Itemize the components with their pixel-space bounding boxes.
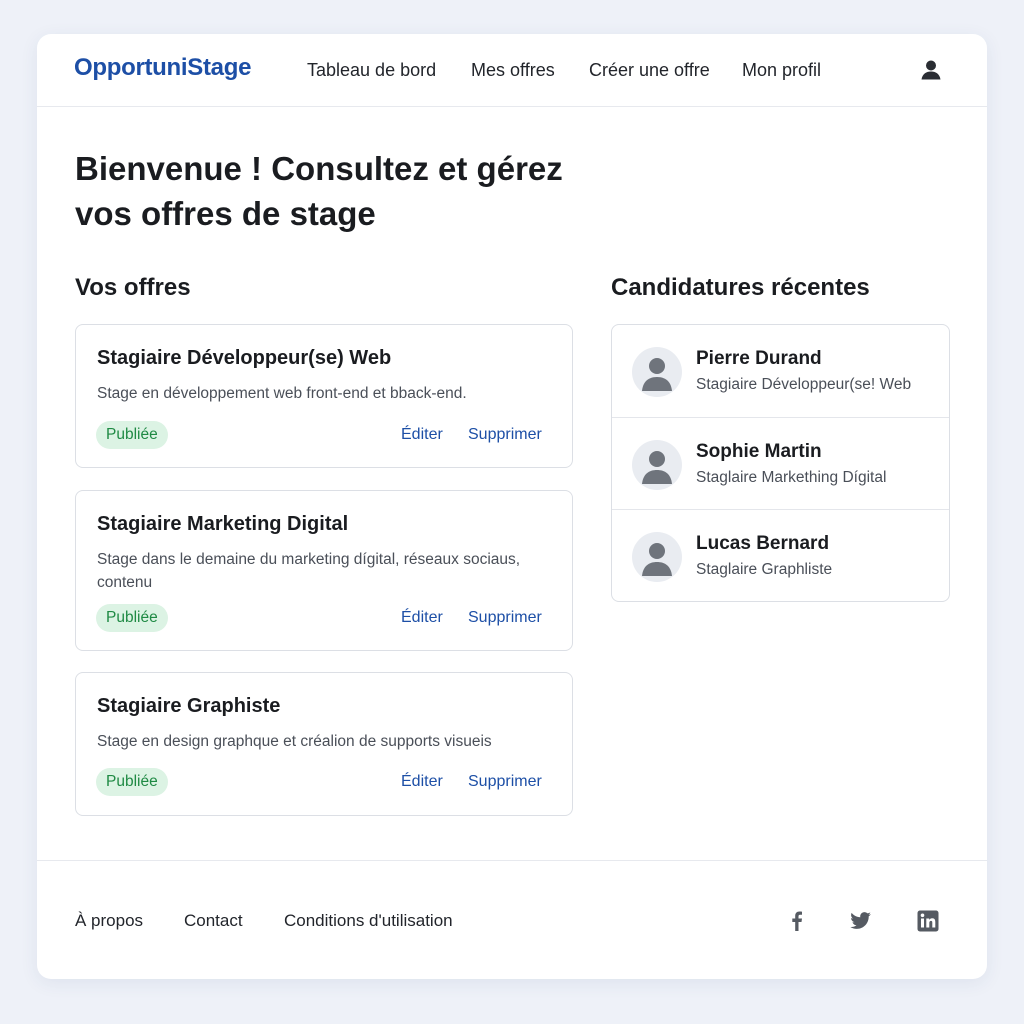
candidate-name: Lucas Bernard	[696, 533, 830, 554]
facebook-link[interactable]	[785, 909, 809, 933]
offers-heading: Vos offres	[75, 274, 191, 301]
candidate-item[interactable]: Sophie Martin Staglaire Markething Dígit…	[612, 417, 949, 510]
offer-title: Stagiaire Développeur(se) Web	[97, 347, 392, 369]
candidate-name: Pierre Durand	[696, 348, 822, 369]
brand-logo[interactable]: OpportuniStage	[74, 54, 251, 82]
footer: À propos Contact Conditions d'utilisatio…	[37, 860, 987, 979]
status-badge: Publiée	[96, 768, 168, 796]
user-icon	[921, 60, 941, 80]
nav-create-offer[interactable]: Créer une offre	[589, 60, 710, 81]
offer-description: Stage en design graphque et créalion de …	[97, 733, 492, 750]
candidate-name: Sophie Martin	[696, 441, 822, 462]
footer-link-terms[interactable]: Conditions d'utilisation	[284, 911, 453, 931]
avatar	[632, 440, 682, 490]
delete-offer-button[interactable]: Supprimer	[468, 426, 542, 444]
delete-offer-button[interactable]: Supprimer	[468, 609, 542, 627]
nav-my-offers[interactable]: Mes offres	[471, 60, 555, 81]
linkedin-link[interactable]	[916, 909, 940, 933]
candidates-list: Pierre Durand Stagiaire Développeur(se! …	[611, 324, 950, 602]
edit-offer-button[interactable]: Éditer	[401, 773, 443, 791]
candidates-heading: Candidatures récentes	[611, 274, 870, 301]
offer-card: Stagiaire Marketing Digital Stage dans l…	[75, 490, 573, 651]
user-avatar-icon	[642, 358, 672, 391]
candidate-role: Staglaire Markething Dígital	[696, 469, 887, 486]
candidate-role: Staglaire Graphliste	[696, 561, 833, 578]
twitter-icon	[850, 912, 871, 929]
app-window: OpportuniStage Tableau de bord Mes offre…	[37, 34, 987, 979]
nav-my-profile[interactable]: Mon profil	[742, 60, 821, 81]
offer-title: Stagiaire Marketing Digital	[97, 513, 349, 535]
avatar	[632, 532, 682, 582]
footer-link-contact[interactable]: Contact	[184, 911, 243, 931]
nav-dashboard[interactable]: Tableau de bord	[307, 60, 436, 81]
offer-card: Stagiaire Graphiste Stage en design grap…	[75, 672, 573, 816]
offer-description: Stage dans le demaine du marketing dígit…	[97, 551, 521, 591]
candidate-role: Stagiaire Développeur(se! Web	[696, 376, 912, 393]
edit-offer-button[interactable]: Éditer	[401, 609, 443, 627]
user-account-button[interactable]	[917, 56, 945, 84]
top-navigation-bar: OpportuniStage Tableau de bord Mes offre…	[37, 34, 987, 107]
user-avatar-icon	[642, 451, 672, 484]
offer-title: Stagiaire Graphiste	[97, 695, 281, 717]
page-title: Bienvenue ! Consultez et gérez vos offre…	[75, 150, 563, 232]
footer-link-about[interactable]: À propos	[75, 911, 143, 931]
facebook-icon	[792, 911, 802, 931]
candidate-item[interactable]: Pierre Durand Stagiaire Développeur(se! …	[612, 325, 949, 417]
delete-offer-button[interactable]: Supprimer	[468, 773, 542, 791]
status-badge: Publiée	[96, 604, 168, 632]
user-avatar-icon	[642, 543, 672, 576]
twitter-link[interactable]	[848, 909, 872, 933]
status-badge: Publiée	[96, 421, 168, 449]
offer-card: Stagiaire Développeur(se) Web Stage en d…	[75, 324, 573, 468]
edit-offer-button[interactable]: Éditer	[401, 426, 443, 444]
avatar	[632, 347, 682, 397]
offer-description: Stage en développement web front-end et …	[97, 385, 467, 402]
linkedin-icon	[917, 910, 939, 932]
candidate-item[interactable]: Lucas Bernard Staglaire Graphliste	[612, 509, 949, 601]
